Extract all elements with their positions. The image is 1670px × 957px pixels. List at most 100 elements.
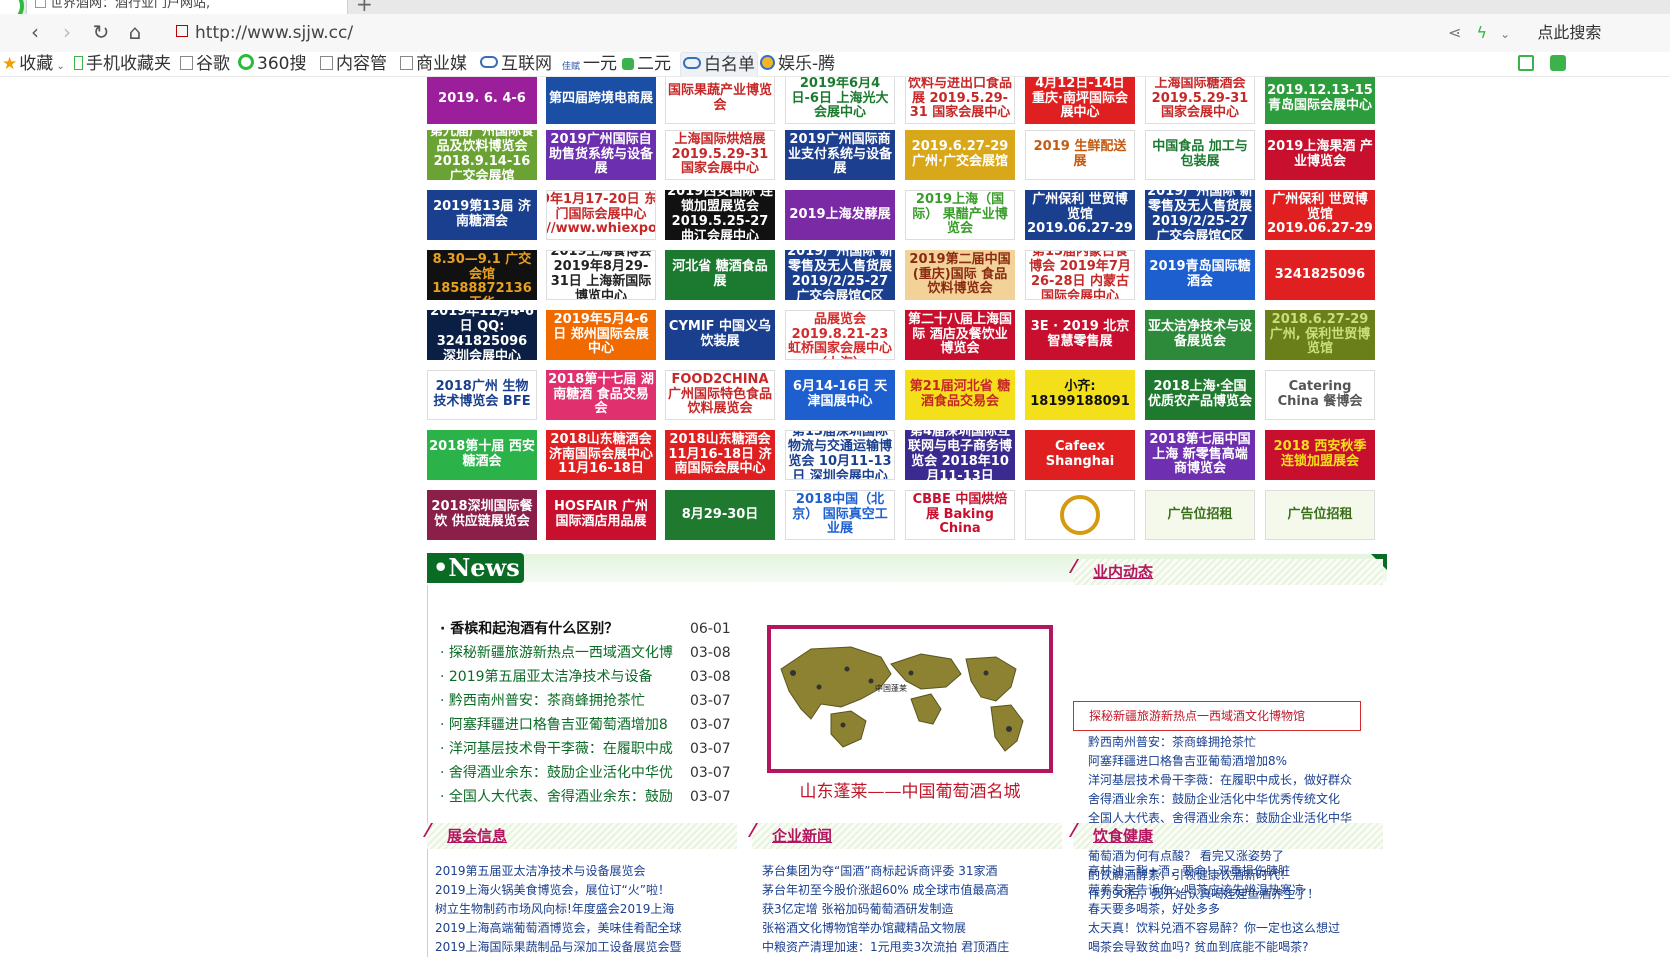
ad-banner[interactable]: 2019.6.27-29 广州·广交会展馆 [905, 130, 1015, 180]
address-bar[interactable]: http://www.sjjw.cc/ [176, 21, 1436, 45]
extension-icon[interactable] [1550, 55, 1566, 71]
ad-banner[interactable]: 饮料与进出口食品展 2019.5.29-31 国家会展中心 [905, 77, 1015, 124]
ad-banner[interactable]: 2019广州糖酒会 8.30—9.1 广交会馆 18588872136王华 [427, 250, 537, 300]
bookmark-mobile-favorites[interactable]: 手机收藏夹 [74, 52, 171, 76]
ad-banner[interactable]: 2019上海果酒 产业博览会 [1265, 130, 1375, 180]
ad-banner[interactable]: HOSFAIR 广州国际酒店用品展 [546, 490, 656, 540]
ad-banner[interactable]: 第4届深圳国际互联网与电子商务博览会 2018年10月11-13日 [905, 430, 1015, 480]
ad-banner[interactable]: 2018第十届 西安糖酒会 [427, 430, 537, 480]
ad-banner[interactable]: 广告位招租 [1265, 490, 1375, 540]
bookmark-internet[interactable]: 互联网 [480, 52, 552, 76]
ad-banner[interactable]: 2018.6.27-29 广州, 保利世贸博览馆 [1265, 310, 1375, 360]
lightning-icon[interactable]: ϟ [1477, 23, 1488, 42]
list-item-link[interactable]: 喝茶会导致贫血吗? 贫血到底能不能喝茶? [1088, 938, 1388, 957]
ad-banner[interactable]: 广州保利 世贸博览馆 2019.06.27-29 [1265, 190, 1375, 240]
ad-banner[interactable]: 2018中国（北京） 国际真空工业展 [785, 490, 895, 540]
ad-banner[interactable]: 上海国际糖酒会 2019.5.29-31 国家会展中心 [1145, 77, 1255, 124]
list-item-link[interactable]: 2019上海高端葡萄酒博览会，美味佳肴配全球 [435, 919, 735, 938]
news-item-title[interactable]: · 舍得酒业余东：鼓励企业活化中华优 [440, 761, 678, 785]
bookmark-business[interactable]: 商业媒 [400, 52, 467, 76]
ad-banner[interactable]: 2019. 6. 4-6 [427, 77, 537, 124]
ad-banner[interactable]: 2019年6月4日-6日 上海光大会展中心 [785, 77, 895, 124]
ad-banner[interactable]: 2019上海（国际） 果醋产业博览会 [905, 190, 1015, 240]
news-item[interactable]: · 洋河基层技术骨干李薇：在履职中成 03-07 [440, 737, 736, 761]
news-item[interactable]: · 香槟和起泡酒有什么区别？ 06-01 [440, 617, 736, 641]
ad-banner[interactable]: 4月12日-14日 重庆·南坪国际会展中心 [1025, 77, 1135, 124]
list-item-link[interactable]: 阿塞拜疆进口格鲁吉亚葡萄酒增加8% [1088, 752, 1378, 771]
health-section-title[interactable]: 饮食健康 [1093, 825, 1153, 846]
ad-banner[interactable]: 2019广州国际自助售货系统与设备展 [546, 130, 656, 180]
site-info-icon[interactable] [176, 25, 188, 37]
ad-banner[interactable]: 2019第二届中国(重庆)国际 食品饮料博览会 [905, 250, 1015, 300]
list-item-link[interactable]: 茅台年初至今股价涨超60% 成全球市值最高酒 [762, 881, 1062, 900]
list-item-link[interactable]: 张裕酒文化博物馆举办馆藏精品文物展 [762, 919, 1062, 938]
news-item-title[interactable]: · 洋河基层技术骨干李薇：在履职中成 [440, 737, 678, 761]
news-item-title[interactable]: · 全国人大代表、舍得酒业余东：鼓励 [440, 785, 678, 809]
list-item-link[interactable]: 获3亿定增 张裕加码葡萄酒研发制造 [762, 900, 1062, 919]
ad-banner[interactable]: CYMIF 中国义乌饮装展 [665, 310, 775, 360]
reading-mode-icon[interactable] [1518, 55, 1534, 71]
ad-banner[interactable]: 小齐: 18199188091 [1025, 370, 1135, 420]
back-arrow-icon[interactable]: ‹ [22, 20, 48, 44]
ad-banner[interactable]: 2019青岛国际糖酒会 [1145, 250, 1255, 300]
list-item-link[interactable]: 树立生物制药市场风向标!年度盛会2019上海 [435, 900, 735, 919]
ad-banner[interactable]: 亚太洁净技术与设备展览会 [1145, 310, 1255, 360]
ad-banner[interactable]: 中国食品 加工与包装展 [1145, 130, 1255, 180]
ad-banner[interactable]: 8月29-30日 [665, 490, 775, 540]
ad-banner[interactable]: 2018山东糖酒会 济南国际会展中心 11月16-18日 [546, 430, 656, 480]
penglai-map-image[interactable]: 中国蓬莱 [767, 625, 1053, 773]
industry-highlight-link[interactable]: 探秘新疆旅游新热点一西域酒文化博物馆 [1089, 707, 1305, 724]
ad-banner[interactable]: 2019上海餐博会 2019年8月29-31日 上海新国际博览中心 [546, 250, 656, 300]
ad-banner[interactable]: 2018 西安秋季 连锁加盟展会 [1265, 430, 1375, 480]
news-item[interactable]: · 阿塞拜疆进口格鲁吉亚葡萄酒增加8 03-07 [440, 713, 736, 737]
ad-banner[interactable]: 2018广州 生物技术博览会 BFE [427, 370, 537, 420]
list-item-link[interactable]: 高甘油三酯+酒，要命！双重损伤胰脏 [1088, 862, 1388, 881]
ad-banner[interactable]: FOOD2CHINA 广州国际特色食品 饮料展览会 [665, 370, 775, 420]
ad-banner[interactable]: 第九届广州国际食品及饮料博览会 2018.9.14-16 广交会展馆 [427, 130, 537, 180]
list-item-link[interactable]: 舍得酒业余东：鼓励企业活化中华优秀传统文化 [1088, 790, 1378, 809]
ad-banner[interactable]: 2019上海发酵展 [785, 190, 895, 240]
news-item[interactable]: · 探秘新疆旅游新热点一西域酒文化博 03-08 [440, 641, 736, 665]
list-item-link[interactable]: 2019第五届亚太洁净技术与设备展览会 [435, 862, 735, 881]
ad-banner[interactable]: 2019广州国际 新零售及无人售货展 2019/2/25-27 广交会展馆C区 [785, 250, 895, 300]
list-item-link[interactable]: 春天要多喝茶，好处多多 [1088, 900, 1388, 919]
ad-banner[interactable]: 2018山东糖酒会 11月16-18日 济南国际会展中心 [665, 430, 775, 480]
ad-banner[interactable]: 6月14-16日 天津国展中心 [785, 370, 895, 420]
enterprise-section-title[interactable]: 企业新闻 [772, 825, 832, 846]
ad-banner[interactable]: 第13届深圳国际 物流与交通运输博览会 10月11-13日 深圳会展中心 [785, 430, 895, 480]
home-icon[interactable]: ⌂ [122, 20, 148, 44]
bookmark-favorites[interactable]: ★ 收藏 ⌄ [2, 52, 65, 79]
reload-icon[interactable]: ↻ [88, 20, 114, 44]
ad-banner[interactable]: 2019.12.13-15 青岛国际会展中心 [1265, 77, 1375, 124]
forward-arrow-icon[interactable]: › [54, 20, 80, 44]
list-item-link[interactable]: 2019上海火锅美食博览会，展位订“火”啦！ [435, 881, 735, 900]
browser-tab[interactable]: 世界酒网：酒行业门户网站, [26, 0, 348, 14]
news-item[interactable]: · 全国人大代表、舍得酒业余东：鼓励 03-07 [440, 785, 736, 809]
news-item-title[interactable]: · 黔西南州普安：茶商蜂拥抢茶忙 [440, 689, 678, 713]
ad-banner[interactable]: 2019第13届 济南糖酒会 [427, 190, 537, 240]
bookmark-one-yuan[interactable]: 佳赋 一元 [562, 52, 617, 79]
list-item-link[interactable]: 中粮资产清理加速：1元甩卖3次流拍 君顶酒庄 [762, 938, 1062, 957]
ad-banner[interactable]: 2019广州国际 新零售及无人售货展 2019/2/25-27 广交会展馆C区 [1145, 190, 1255, 240]
list-item-link[interactable]: 茅台集团为夺“国酒”商标起诉商评委 31家酒 [762, 862, 1062, 881]
list-item-link[interactable]: 黔西南州普安：茶商蜂拥抢茶忙 [1088, 733, 1378, 752]
ad-banner[interactable] [1025, 490, 1135, 540]
ad-banner[interactable]: 第21届河北省 糖酒食品交易会 [905, 370, 1015, 420]
ad-banner[interactable]: 2019广州国际商业支付系统与设备展 [785, 130, 895, 180]
bookmark-entertainment[interactable]: 娱乐-腾 [760, 52, 835, 76]
ad-banner[interactable]: 3E · 2019 北京智慧零售展 [1025, 310, 1135, 360]
ad-banner[interactable]: 2019年11月4-6日 QQ: 3241825096 深圳会展中心 [427, 310, 537, 360]
search-box[interactable]: 点此搜索 [1537, 23, 1601, 42]
industry-section-title[interactable]: 业内动态 [1093, 561, 1153, 582]
bookmark-360search[interactable]: 360搜 [238, 52, 306, 76]
360-browser-logo-icon[interactable] [0, 0, 24, 14]
news-item-title[interactable]: · 探秘新疆旅游新热点一西域酒文化博 [440, 641, 678, 665]
list-item-link[interactable]: 营养专家告诉你：喝茶应该先辨温热寒凉 [1088, 881, 1388, 900]
bookmark-two-yuan[interactable]: 二元 [622, 52, 671, 76]
ad-banner[interactable]: 2018上海·全国 优质农产品博览会 [1145, 370, 1255, 420]
list-item-link[interactable]: 2019上海国际果蔬制品与深加工设备展览会暨 [435, 938, 735, 957]
ad-banner[interactable]: 广州保利 世贸博览馆 2019.06.27-29 [1025, 190, 1135, 240]
bookmark-content[interactable]: 内容管 [320, 52, 387, 76]
bookmark-google[interactable]: 谷歌 [180, 52, 230, 76]
ad-banner[interactable]: 2019 生鲜配送展 [1025, 130, 1135, 180]
